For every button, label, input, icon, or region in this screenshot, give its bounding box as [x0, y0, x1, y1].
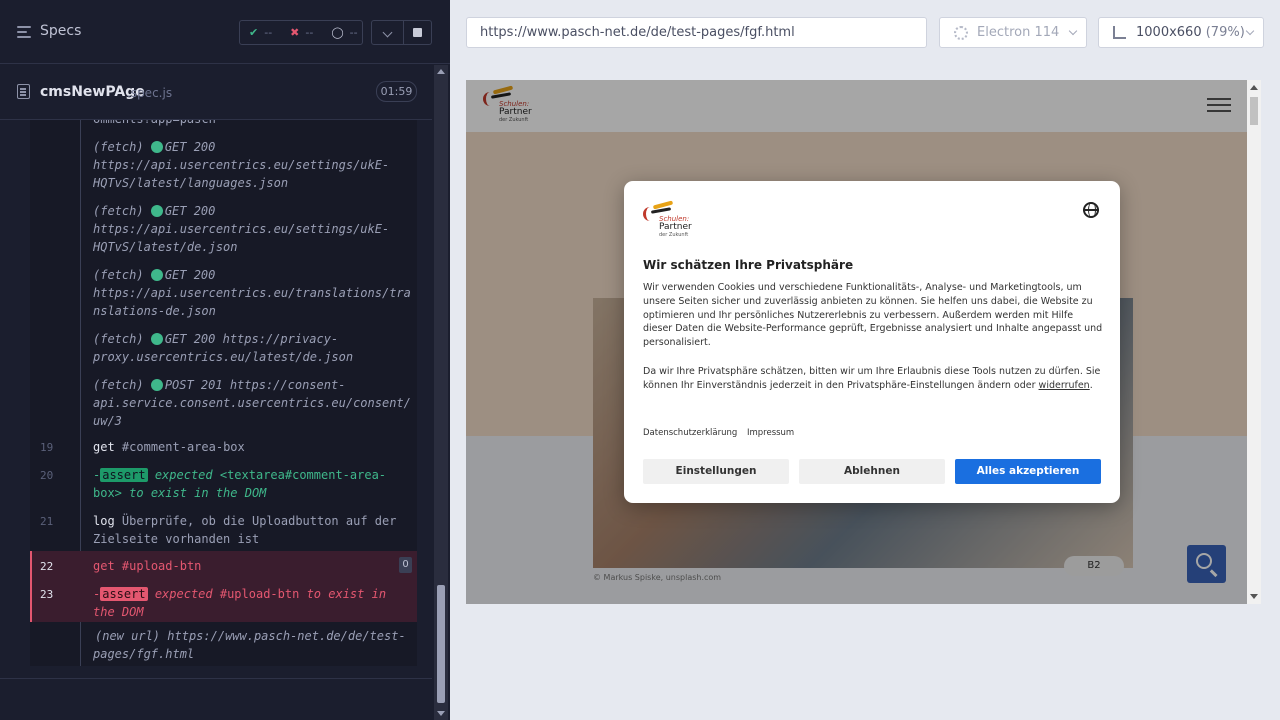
spec-extension: .spec.js	[127, 86, 173, 100]
fetch-entry[interactable]: (fetch) GET 200	[93, 138, 215, 156]
fetch-entry[interactable]: (fetch) GET 200	[93, 202, 215, 220]
fetch-url: proxy.usercentrics.eu/latest/de.json	[93, 350, 354, 364]
fetch-url: api.service.consent.usercentrics.eu/cons…	[93, 396, 411, 410]
consent-dialog: Schulen: Partner der Zukunft Wir schätze…	[624, 181, 1120, 503]
fetch-url: HQTvS/latest/languages.json	[93, 176, 289, 190]
line-number: 23	[40, 588, 54, 601]
expand-button[interactable]	[371, 20, 404, 45]
scroll-thumb[interactable]	[1250, 97, 1258, 125]
revoke-link[interactable]: widerrufen	[1039, 380, 1090, 391]
dialog-footer-links: Datenschutzerklärung Impressum	[643, 428, 801, 438]
element-count-badge: 0	[399, 557, 412, 573]
scroll-thumb[interactable]	[437, 585, 445, 703]
scroll-down-icon[interactable]	[437, 711, 445, 716]
imprint-link[interactable]: Impressum	[747, 428, 794, 438]
command-log: omments?app=pasch (fetch) GET 200 https:…	[30, 120, 417, 666]
spec-header: cmsNewPAge .spec.js	[0, 65, 432, 120]
command-assert-failed[interactable]: - assert expected #upload-btn to exist in	[93, 585, 386, 603]
preview-panel: https://www.pasch-net.de/de/test-pages/f…	[450, 0, 1280, 720]
new-url-entry[interactable]: (new url) https://www.pasch-net.de/de/te…	[95, 627, 406, 645]
line-number: 22	[40, 560, 54, 573]
runner-panel: Specs ✔ -- ✖ -- ◯ -- cmsNewPAge .spec.js…	[0, 0, 450, 720]
failed-icon: ✖	[290, 26, 300, 39]
passed-icon: ✔	[249, 26, 259, 39]
scroll-up-icon[interactable]	[1250, 85, 1258, 90]
specs-label[interactable]: Specs	[40, 23, 81, 39]
ruler-icon	[1113, 26, 1126, 39]
browser-icon	[954, 26, 968, 40]
spec-duration: 01:59	[376, 81, 417, 102]
command-get[interactable]: get #comment-area-box	[93, 438, 245, 456]
command-get-failed[interactable]: get #upload-btn	[93, 557, 201, 575]
fetch-entry[interactable]: (fetch) GET 200 https://privacy-	[93, 330, 338, 348]
line-number: 20	[40, 469, 54, 482]
fetch-url: nslations-de.json	[93, 304, 216, 318]
stop-button[interactable]	[404, 20, 432, 45]
browser-selector[interactable]: Electron 114	[939, 17, 1087, 48]
settings-button[interactable]: Einstellungen	[643, 459, 789, 484]
status-dot-icon	[150, 269, 163, 281]
url-bar[interactable]: https://www.pasch-net.de/de/test-pages/f…	[466, 17, 927, 48]
runner-topbar: Specs ✔ -- ✖ -- ◯ --	[0, 0, 450, 64]
passed-count: --	[264, 26, 273, 39]
accept-all-button[interactable]: Alles akzeptieren	[955, 459, 1101, 484]
fetch-url: https://api.usercentrics.eu/settings/ukE…	[93, 158, 390, 172]
zoom-level: (79%)	[1205, 25, 1245, 40]
divider	[0, 678, 432, 679]
failed-count: --	[305, 26, 314, 39]
chevron-down-icon	[1245, 26, 1255, 36]
stop-icon	[413, 28, 422, 37]
browser-name: Electron 114	[977, 25, 1060, 40]
status-dot-icon	[150, 205, 163, 217]
pending-icon: ◯	[331, 26, 344, 39]
scroll-down-icon[interactable]	[1250, 594, 1258, 599]
app-under-test-frame: Schulen: Partner der Zukunft © Markus Sp…	[466, 80, 1261, 604]
scroll-up-icon[interactable]	[437, 69, 445, 74]
log-scrollbar[interactable]	[434, 65, 448, 720]
chevron-down-icon	[382, 27, 393, 38]
dialog-logo: Schulen: Partner der Zukunft	[643, 200, 703, 241]
dialog-title: Wir schätzen Ihre Privatsphäre	[643, 258, 854, 272]
new-url-cont: pages/fgf.html	[93, 647, 195, 661]
fetch-url: HQTvS/latest/de.json	[93, 240, 238, 254]
command-assert-pass[interactable]: - assert expected <textarea#comment-area-	[93, 466, 386, 484]
chevron-down-icon	[1068, 26, 1078, 36]
command-assert-pass-cont: box> to exist in the DOM	[93, 486, 267, 500]
command-log-entry-cont: Zielseite vorhanden ist	[93, 532, 260, 546]
dialog-text: Wir verwenden Cookies und verschiedene F…	[643, 282, 1103, 349]
line-number: 19	[40, 441, 54, 454]
decline-button[interactable]: Ablehnen	[799, 459, 945, 484]
viewport-size: 1000x660	[1136, 25, 1202, 40]
status-dot-icon	[150, 333, 163, 345]
command-log-entry[interactable]: log Überprüfe, ob die Uploadbutton auf d…	[93, 512, 396, 530]
status-dot-icon	[150, 141, 163, 153]
language-globe-icon[interactable]	[1083, 202, 1099, 218]
frame-scrollbar[interactable]	[1247, 80, 1261, 604]
pending-count: --	[349, 26, 358, 39]
fetch-url: https://api.usercentrics.eu/translations…	[93, 286, 411, 300]
log-line: omments?app=pasch	[93, 120, 216, 128]
viewport-selector[interactable]: 1000x660 (79%)	[1098, 17, 1264, 48]
document-icon	[17, 84, 30, 99]
test-stats: ✔ -- ✖ -- ◯ --	[239, 20, 363, 45]
fetch-entry[interactable]: (fetch) GET 200	[93, 266, 215, 284]
status-dot-icon	[150, 379, 163, 391]
specs-menu-icon[interactable]	[17, 26, 31, 38]
fetch-url: uw/3	[93, 414, 122, 428]
fetch-entry[interactable]: (fetch) POST 201 https://consent-	[93, 376, 345, 394]
fetch-url: https://api.usercentrics.eu/settings/ukE…	[93, 222, 390, 236]
dialog-text-2: Da wir Ihre Privatsphäre schätzen, bitte…	[643, 366, 1101, 391]
command-assert-failed-cont: the DOM	[93, 605, 144, 619]
line-number: 21	[40, 515, 54, 528]
privacy-link[interactable]: Datenschutzerklärung	[643, 428, 737, 438]
